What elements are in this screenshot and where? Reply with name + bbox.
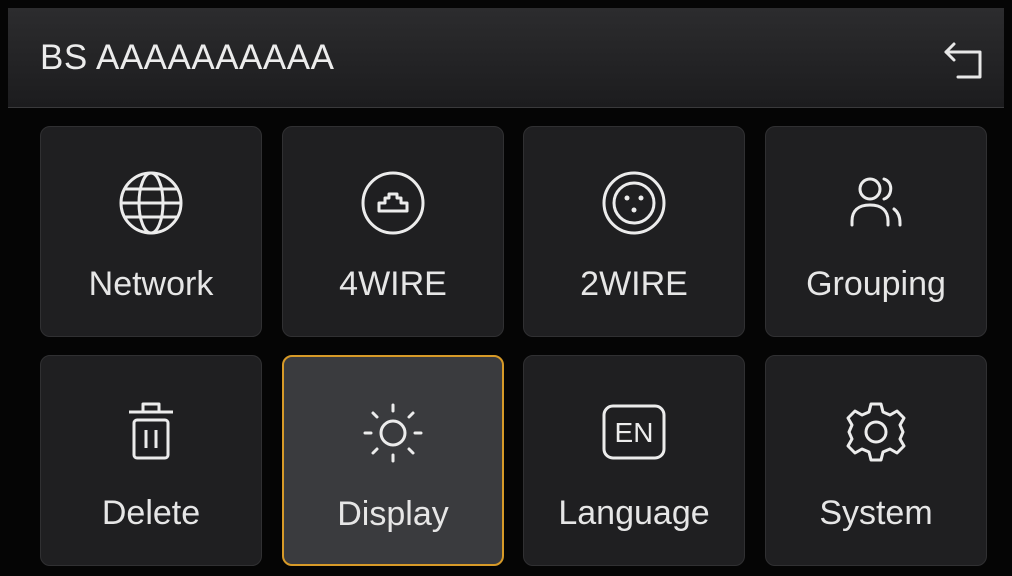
trash-icon [115, 396, 187, 468]
return-arrow-icon [942, 41, 986, 81]
app-screen: BS AAAAAAAAAA Network 4WIRE 2WIRE Groupi… [0, 0, 1012, 576]
ethernet-port-icon [357, 167, 429, 239]
back-button[interactable] [938, 38, 990, 84]
tile-label: Grouping [806, 265, 946, 303]
tile-display[interactable]: Display [282, 355, 504, 566]
tile-label: Language [558, 494, 710, 532]
tile-network[interactable]: Network [40, 126, 262, 337]
tile-label: Display [337, 495, 449, 533]
tile-label: 2WIRE [580, 265, 688, 303]
tile-label: System [819, 494, 933, 532]
tile-grouping[interactable]: Grouping [765, 126, 987, 337]
page-title: BS AAAAAAAAAA [40, 38, 335, 77]
brightness-icon [357, 397, 429, 469]
users-icon [840, 167, 912, 239]
language-en-icon: EN [598, 396, 670, 468]
svg-text:EN: EN [615, 417, 654, 448]
xlr-connector-icon [598, 167, 670, 239]
tile-label: Network [88, 265, 214, 303]
header-bar: BS AAAAAAAAAA [8, 8, 1004, 108]
tile-system[interactable]: System [765, 355, 987, 566]
tile-4wire[interactable]: 4WIRE [282, 126, 504, 337]
tile-label: 4WIRE [339, 265, 447, 303]
gear-icon [840, 396, 912, 468]
globe-icon [115, 167, 187, 239]
tile-language[interactable]: EN Language [523, 355, 745, 566]
tile-label: Delete [101, 494, 201, 532]
tile-2wire[interactable]: 2WIRE [523, 126, 745, 337]
tile-delete[interactable]: Delete [40, 355, 262, 566]
